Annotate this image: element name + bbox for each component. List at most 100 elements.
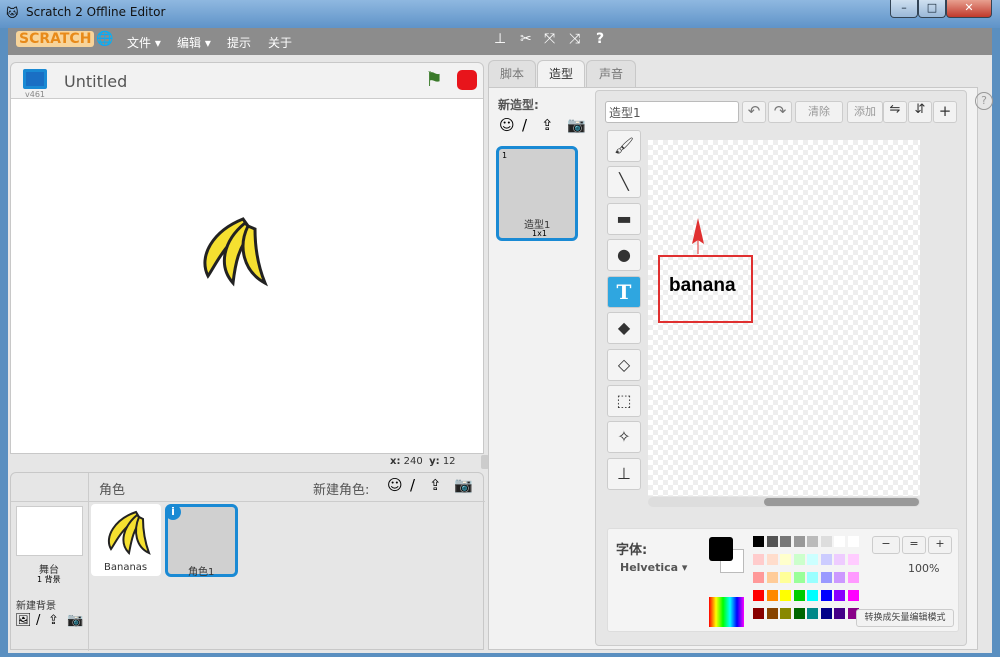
- color-swatch[interactable]: [793, 572, 805, 583]
- sprite-item-bananas[interactable]: Bananas: [91, 504, 161, 576]
- flip-vertical-icon[interactable]: ⇵: [908, 101, 932, 123]
- scratch-logo[interactable]: SCRATCH: [16, 31, 95, 47]
- color-swatch[interactable]: [753, 554, 764, 565]
- fill-tool-icon[interactable]: ◆: [607, 312, 641, 344]
- color-swatch[interactable]: [793, 554, 805, 565]
- green-flag-icon[interactable]: ⚑: [425, 67, 443, 91]
- project-title[interactable]: Untitled: [64, 72, 127, 91]
- color-swatch[interactable]: [834, 572, 845, 583]
- menu-about[interactable]: 关于: [268, 34, 292, 51]
- add-button[interactable]: 添加: [847, 101, 883, 123]
- sprite-library-icon[interactable]: ☺: [387, 476, 403, 494]
- color-swatch[interactable]: [847, 536, 859, 547]
- globe-icon[interactable]: 🌐: [96, 31, 113, 47]
- zoom-reset-button[interactable]: =: [902, 536, 926, 554]
- color-palette[interactable]: [753, 536, 863, 628]
- brush-tool-icon[interactable]: 🖌: [607, 130, 641, 162]
- color-swatch[interactable]: [807, 608, 818, 619]
- color-swatch[interactable]: [834, 590, 845, 601]
- color-swatch[interactable]: [834, 554, 845, 565]
- maximize-button[interactable]: □: [918, 0, 946, 18]
- color-swatch[interactable]: [766, 554, 778, 565]
- magic-wand-icon[interactable]: ✧: [607, 421, 641, 453]
- color-swatch[interactable]: [834, 536, 845, 547]
- color-swatch[interactable]: [780, 554, 791, 565]
- rectangle-tool-icon[interactable]: ▬: [607, 203, 641, 235]
- ellipse-tool-icon[interactable]: ●: [607, 239, 641, 271]
- color-picker[interactable]: [709, 597, 744, 627]
- stop-icon[interactable]: [457, 70, 477, 90]
- help-icon[interactable]: ?: [975, 92, 993, 110]
- set-center-icon[interactable]: +: [933, 101, 957, 123]
- upload-sprite-icon[interactable]: ⇪: [429, 476, 442, 494]
- zoom-in-button[interactable]: +: [928, 536, 952, 554]
- canvas-text[interactable]: banana: [669, 275, 736, 297]
- stage-canvas[interactable]: [11, 98, 483, 453]
- close-button[interactable]: ✕: [946, 0, 992, 18]
- color-swatch[interactable]: [780, 608, 791, 619]
- menu-file[interactable]: 文件 ▾: [127, 34, 161, 51]
- camera-sprite-icon[interactable]: 📷: [454, 476, 473, 494]
- stamp-icon[interactable]: ⊥: [494, 31, 506, 47]
- color-swatch[interactable]: [847, 554, 859, 565]
- color-swatch[interactable]: [780, 590, 791, 601]
- color-swatch[interactable]: [820, 590, 832, 601]
- color-swatch[interactable]: [847, 572, 859, 583]
- color-swatch[interactable]: [766, 536, 778, 547]
- color-swatch[interactable]: [780, 572, 791, 583]
- color-swatch[interactable]: [766, 572, 778, 583]
- minimize-button[interactable]: –: [890, 0, 918, 18]
- clear-button[interactable]: 清除: [795, 101, 843, 123]
- color-swatch[interactable]: [753, 590, 764, 601]
- redo-button[interactable]: ↷: [768, 101, 792, 123]
- color-swatch[interactable]: [820, 572, 832, 583]
- color-swatch[interactable]: [820, 608, 832, 619]
- sprite-item-selected[interactable]: i 角色1: [165, 504, 238, 578]
- color-swatch[interactable]: [807, 572, 818, 583]
- color-swatch[interactable]: [753, 536, 764, 547]
- color-swatch[interactable]: [834, 608, 845, 619]
- color-swatch[interactable]: [753, 572, 764, 583]
- color-swatch[interactable]: [807, 536, 818, 547]
- info-icon[interactable]: i: [165, 504, 181, 520]
- color-swatch[interactable]: [807, 590, 818, 601]
- fullscreen-icon[interactable]: [23, 69, 47, 89]
- tab-sounds[interactable]: 声音: [586, 60, 636, 87]
- banana-sprite[interactable]: [193, 211, 273, 291]
- color-swatch[interactable]: [766, 608, 778, 619]
- zoom-out-button[interactable]: −: [872, 536, 900, 554]
- backdrop-library-icon[interactable]: 🖼: [15, 613, 32, 628]
- help-icon[interactable]: ?: [596, 31, 604, 47]
- color-swatch[interactable]: [766, 590, 778, 601]
- line-tool-icon[interactable]: ╲: [607, 166, 641, 198]
- paint-canvas[interactable]: banana: [648, 140, 920, 496]
- paint-backdrop-icon[interactable]: /: [36, 613, 40, 628]
- stamp-tool-icon[interactable]: ⊥: [607, 458, 641, 490]
- select-tool-icon[interactable]: ⬚: [607, 385, 641, 417]
- font-dropdown[interactable]: Helvetica ▾: [620, 561, 687, 574]
- color-swatch[interactable]: [847, 590, 859, 601]
- camera-backdrop-icon[interactable]: 📷: [67, 613, 83, 628]
- tab-scripts[interactable]: 脚本: [488, 60, 536, 87]
- color-swatch[interactable]: [753, 608, 764, 619]
- shrink-icon[interactable]: ⤨: [569, 31, 580, 47]
- color-swatch[interactable]: [793, 608, 805, 619]
- primary-color[interactable]: [709, 537, 733, 561]
- scrollbar-thumb[interactable]: [764, 498, 919, 506]
- costume-library-icon[interactable]: ☺: [499, 116, 515, 134]
- costume-name-input[interactable]: [605, 101, 739, 123]
- convert-to-vector-button[interactable]: 转换成矢量编辑模式: [856, 609, 954, 627]
- costume-item[interactable]: 1 造型1 1x1: [496, 146, 578, 241]
- color-swatch[interactable]: [820, 554, 832, 565]
- color-swatch[interactable]: [820, 536, 832, 547]
- undo-button[interactable]: ↶: [742, 101, 766, 123]
- paint-costume-icon[interactable]: /: [522, 116, 527, 134]
- stage-thumbnail[interactable]: [16, 506, 83, 556]
- text-tool-icon[interactable]: T: [607, 276, 641, 308]
- grow-icon[interactable]: ⤧: [544, 31, 555, 47]
- menu-edit[interactable]: 编辑 ▾: [177, 34, 211, 51]
- tab-costumes[interactable]: 造型: [537, 60, 585, 88]
- color-swatch[interactable]: [793, 590, 805, 601]
- color-swatch[interactable]: [793, 536, 805, 547]
- upload-costume-icon[interactable]: ⇪: [541, 116, 554, 134]
